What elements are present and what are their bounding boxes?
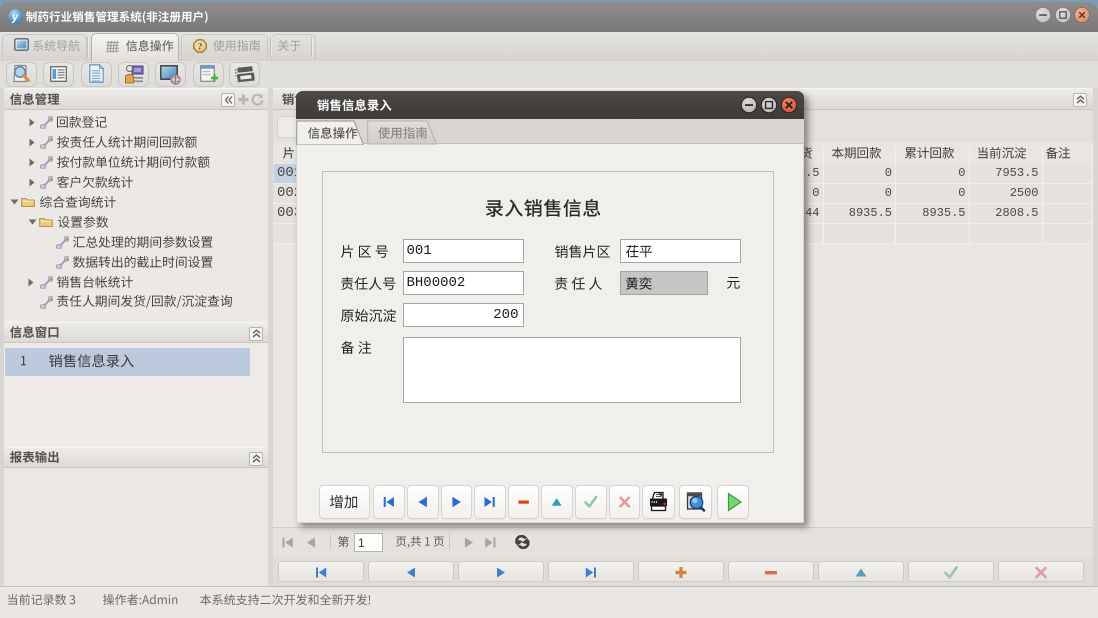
svg-text:y: y <box>11 11 19 23</box>
svg-text:?: ? <box>198 42 203 52</box>
